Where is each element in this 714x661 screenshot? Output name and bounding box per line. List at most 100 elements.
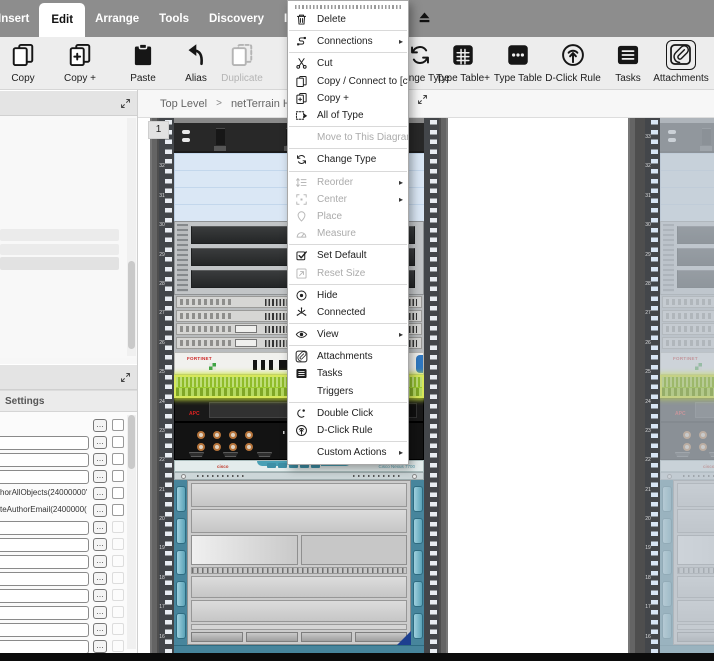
checkbox[interactable] xyxy=(112,436,124,448)
menu-tab[interactable]: Insert xyxy=(0,0,39,37)
checkbox[interactable] xyxy=(112,589,124,601)
toolbar-button[interactable]: Paste xyxy=(113,40,173,88)
ellipsis-button[interactable]: … xyxy=(93,521,107,534)
ellipsis-button[interactable]: … xyxy=(93,555,107,568)
expand-icon[interactable] xyxy=(120,96,131,107)
diagram-canvas[interactable]: 1 333231302928272625242322212019181716 xyxy=(138,118,714,653)
menu-drag-handle[interactable] xyxy=(295,5,401,9)
device-nexus-chassis[interactable] xyxy=(174,472,424,653)
rack-right[interactable]: 333231302928272625242322212019181716 xyxy=(628,118,714,653)
context-menu-item[interactable]: Copy + xyxy=(288,90,408,107)
checkbox[interactable] xyxy=(112,623,124,635)
context-menu-item[interactable]: Connected xyxy=(288,304,408,321)
context-menu-item[interactable]: Hide xyxy=(288,287,408,304)
context-menu-item[interactable]: Tasks xyxy=(288,365,408,382)
context-menu-item[interactable]: Move to This Diagram xyxy=(288,129,408,146)
context-menu-item[interactable]: Attachments xyxy=(288,348,408,365)
context-menu-item[interactable]: Change Type xyxy=(288,151,408,168)
context-menu-item[interactable]: Reorder ▸ xyxy=(288,174,408,191)
scrollbar-thumb[interactable] xyxy=(128,261,135,349)
checkbox[interactable] xyxy=(112,504,124,516)
checkbox[interactable] xyxy=(112,487,124,499)
ellipsis-button[interactable]: … xyxy=(93,436,107,449)
settings-input[interactable] xyxy=(0,606,89,620)
context-menu-item[interactable]: Measure xyxy=(288,225,408,242)
settings-input[interactable] xyxy=(0,521,89,535)
list-item[interactable] xyxy=(0,229,119,241)
toolbar-button[interactable]: Attachments xyxy=(651,40,711,88)
scrollbar-thumb[interactable] xyxy=(128,415,135,469)
context-menu-item[interactable]: Place xyxy=(288,208,408,225)
device-apc-console[interactable]: APC xyxy=(660,398,714,422)
settings-input[interactable] xyxy=(0,538,89,552)
device-server-chassis[interactable] xyxy=(660,221,714,295)
checkbox[interactable] xyxy=(112,453,124,465)
settings-input[interactable] xyxy=(0,623,89,637)
settings-input[interactable] xyxy=(0,453,89,467)
rack-empty-space[interactable] xyxy=(660,153,714,221)
checkbox[interactable] xyxy=(112,521,124,533)
settings-input[interactable] xyxy=(0,470,89,484)
menu-tab[interactable]: Arrange xyxy=(85,0,149,37)
context-menu-item[interactable]: Triggers xyxy=(288,383,408,400)
ellipsis-button[interactable]: … xyxy=(93,419,107,432)
checkbox[interactable] xyxy=(112,572,124,584)
settings-input[interactable] xyxy=(0,555,89,569)
checkbox[interactable] xyxy=(112,538,124,550)
ellipsis-button[interactable]: … xyxy=(93,453,107,466)
context-menu-item[interactable]: D-Click Rule xyxy=(288,422,408,439)
device-nexus-chassis[interactable] xyxy=(660,472,714,653)
device-fortinet-firewall[interactable]: FORTINET xyxy=(660,352,714,375)
context-menu-item[interactable]: Double Click xyxy=(288,405,408,422)
ellipsis-button[interactable]: … xyxy=(93,487,107,500)
checkbox[interactable] xyxy=(112,606,124,618)
ellipsis-button[interactable]: … xyxy=(93,470,107,483)
ellipsis-button[interactable]: … xyxy=(93,538,107,551)
toolbar-button[interactable]: Duplicate xyxy=(212,40,272,88)
ellipsis-button[interactable]: … xyxy=(93,606,107,619)
expand-icon[interactable] xyxy=(417,92,428,103)
toolbar-button[interactable]: Type Table xyxy=(488,40,548,88)
context-menu-item[interactable]: Delete xyxy=(288,11,408,28)
ellipsis-button[interactable]: … xyxy=(93,640,107,653)
toolbar-button[interactable]: Tasks xyxy=(598,40,658,88)
toolbar-button[interactable]: Type Table+ xyxy=(433,40,493,88)
context-menu-item[interactable]: Cut xyxy=(288,55,408,72)
page-tab[interactable]: 1 xyxy=(148,121,169,139)
expand-icon[interactable] xyxy=(120,370,131,381)
device-cisco-router[interactable]: cisco Cisco Nexus 7700 xyxy=(660,460,714,472)
breadcrumb-top-level[interactable]: Top Level xyxy=(160,98,207,110)
context-menu-item[interactable]: All of Type xyxy=(288,107,408,124)
settings-input[interactable]: horAllObjects(24000000' xyxy=(0,487,89,501)
device-selected-green[interactable] xyxy=(660,375,714,398)
context-menu-item[interactable]: Custom Actions ▸ xyxy=(288,444,408,461)
context-menu-item[interactable]: Set Default xyxy=(288,247,408,264)
device-av-matrix[interactable] xyxy=(660,422,714,460)
context-menu-item[interactable]: View ▸ xyxy=(288,326,408,343)
toolbar-button[interactable]: Copy xyxy=(0,40,53,88)
settings-input[interactable] xyxy=(0,589,89,603)
settings-input[interactable] xyxy=(0,572,89,586)
eject-icon[interactable] xyxy=(417,10,432,25)
ellipsis-button[interactable]: … xyxy=(93,504,107,517)
context-menu-item[interactable]: Center ▸ xyxy=(288,191,408,208)
context-menu-item[interactable]: Reset Size xyxy=(288,264,408,281)
checkbox[interactable] xyxy=(112,555,124,567)
ellipsis-button[interactable]: … xyxy=(93,572,107,585)
toolbar-button[interactable]: D-Click Rule xyxy=(543,40,603,88)
list-item[interactable] xyxy=(0,257,119,270)
menu-tab[interactable]: Discovery xyxy=(199,0,274,37)
settings-input[interactable] xyxy=(0,436,89,450)
context-menu-item[interactable]: Connections ▸ xyxy=(288,33,408,50)
settings-input[interactable] xyxy=(0,640,89,653)
device-patch-panel-top[interactable] xyxy=(660,123,714,153)
menu-tab[interactable]: Edit xyxy=(39,3,85,37)
checkbox[interactable] xyxy=(112,419,124,431)
list-item[interactable] xyxy=(0,244,119,255)
ellipsis-button[interactable]: … xyxy=(93,589,107,602)
context-menu-item[interactable]: Copy / Connect to [ctrl-c] xyxy=(288,73,408,90)
toolbar-button[interactable]: Copy + xyxy=(50,40,110,88)
scrollbar[interactable] xyxy=(127,118,136,356)
scrollbar[interactable] xyxy=(127,415,136,649)
ellipsis-button[interactable]: … xyxy=(93,623,107,636)
